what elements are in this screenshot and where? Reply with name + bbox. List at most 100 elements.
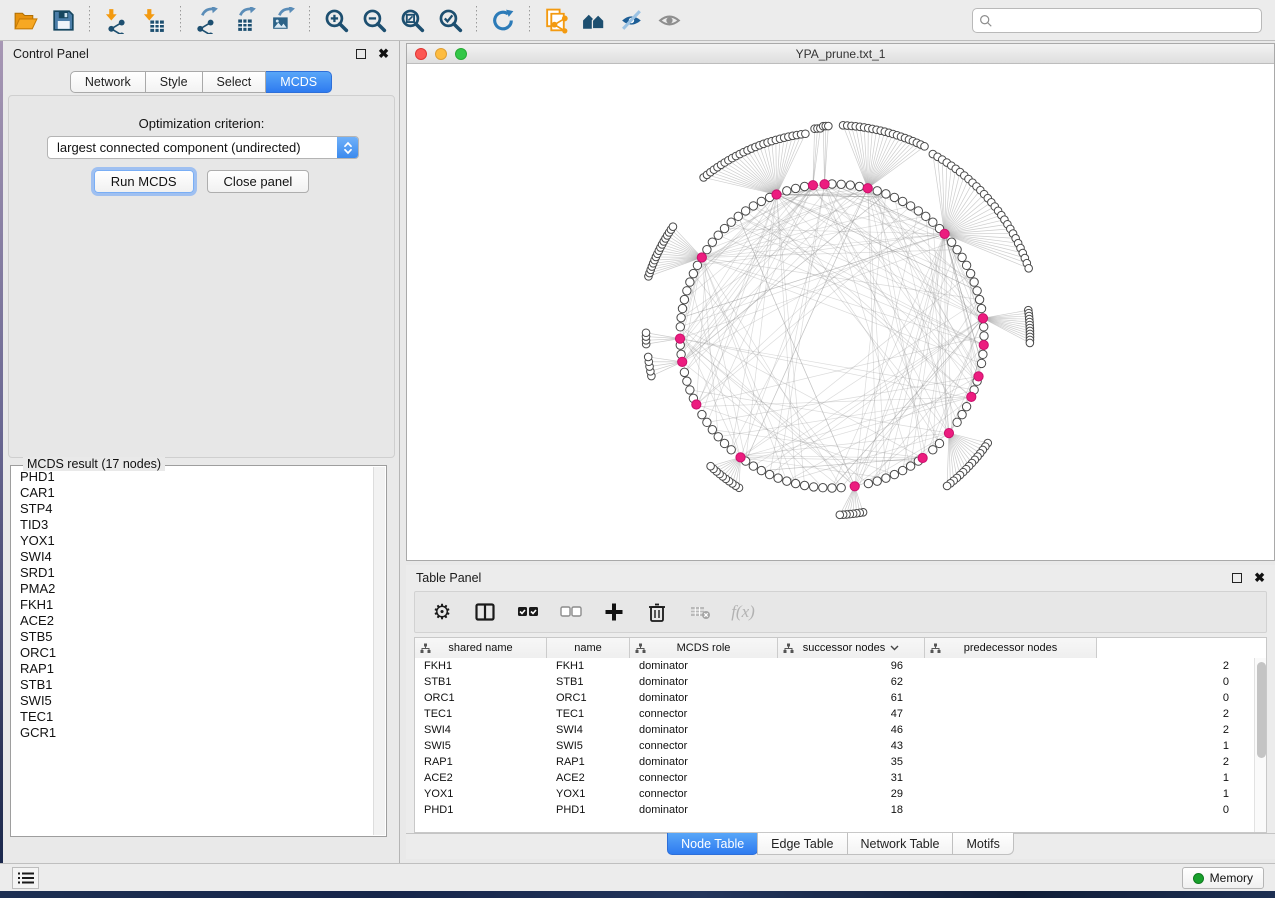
- network-node[interactable]: [855, 182, 863, 190]
- network-leaf-node[interactable]: [943, 482, 951, 490]
- network-node[interactable]: [882, 190, 890, 198]
- network-node[interactable]: [975, 295, 983, 303]
- mcds-result-item[interactable]: TEC1: [14, 709, 372, 725]
- network-node[interactable]: [677, 313, 685, 321]
- network-node[interactable]: [914, 207, 922, 215]
- table-vertical-scrollbar[interactable]: [1254, 658, 1266, 832]
- open-button[interactable]: [6, 3, 44, 37]
- network-node[interactable]: [678, 304, 686, 312]
- network-node[interactable]: [686, 278, 694, 286]
- table-row-ACE2[interactable]: ACE2ACE2connector311: [415, 770, 1254, 786]
- tab-mcds[interactable]: MCDS: [266, 71, 332, 93]
- network-node[interactable]: [906, 462, 914, 470]
- network-node[interactable]: [837, 180, 845, 188]
- network-node[interactable]: [727, 446, 735, 454]
- network-node[interactable]: [741, 207, 749, 215]
- mcds-result-item[interactable]: STP4: [14, 501, 372, 517]
- mcds-result-item[interactable]: TID3: [14, 517, 372, 533]
- mcds-hub-node[interactable]: [772, 190, 781, 199]
- network-node[interactable]: [683, 287, 691, 295]
- mcds-hub-node[interactable]: [697, 253, 706, 262]
- network-leaf-node[interactable]: [669, 223, 677, 231]
- network-node[interactable]: [703, 245, 711, 253]
- network-node[interactable]: [977, 304, 985, 312]
- mcds-hub-node[interactable]: [974, 372, 983, 381]
- network-node[interactable]: [689, 269, 697, 277]
- network-node[interactable]: [929, 218, 937, 226]
- network-node[interactable]: [720, 439, 728, 447]
- network-node[interactable]: [791, 479, 799, 487]
- memory-button[interactable]: Memory: [1182, 867, 1264, 889]
- import-network-button[interactable]: [97, 3, 135, 37]
- tab-node-table[interactable]: Node Table: [667, 833, 758, 855]
- network-node[interactable]: [958, 253, 966, 261]
- export-table-button[interactable]: [226, 3, 264, 37]
- table-row-RAP1[interactable]: RAP1RAP1dominator352: [415, 754, 1254, 770]
- network-node[interactable]: [765, 470, 773, 478]
- zoom-fit-button[interactable]: [393, 3, 431, 37]
- share-document-button[interactable]: [537, 3, 575, 37]
- network-node[interactable]: [958, 410, 966, 418]
- network-node[interactable]: [749, 462, 757, 470]
- mcds-hub-node[interactable]: [850, 482, 859, 491]
- network-node[interactable]: [846, 181, 854, 189]
- network-node[interactable]: [720, 224, 728, 232]
- network-node[interactable]: [783, 187, 791, 195]
- criterion-select[interactable]: largest connected component (undirected): [47, 136, 359, 159]
- network-node[interactable]: [864, 479, 872, 487]
- show-columns-button[interactable]: [472, 599, 498, 625]
- mcds-result-item[interactable]: STB5: [14, 629, 372, 645]
- zoom-window-button[interactable]: [455, 48, 467, 60]
- network-leaf-node[interactable]: [836, 511, 844, 519]
- tab-style[interactable]: Style: [146, 71, 203, 93]
- network-node[interactable]: [837, 484, 845, 492]
- table-row-TEC1[interactable]: TEC1TEC1connector472: [415, 706, 1254, 722]
- add-row-button[interactable]: [601, 599, 627, 625]
- network-node[interactable]: [708, 426, 716, 434]
- export-network-button[interactable]: [188, 3, 226, 37]
- network-overview-button[interactable]: [575, 3, 613, 37]
- mcds-hub-node[interactable]: [967, 392, 976, 401]
- tab-motifs[interactable]: Motifs: [952, 833, 1013, 855]
- delete-row-button[interactable]: [644, 599, 670, 625]
- mcds-result-item[interactable]: RAP1: [14, 661, 372, 677]
- network-leaf-node[interactable]: [1025, 264, 1033, 272]
- network-node[interactable]: [929, 446, 937, 454]
- network-node[interactable]: [680, 295, 688, 303]
- mcds-hub-node[interactable]: [692, 400, 701, 409]
- close-panel-button[interactable]: Close panel: [207, 170, 310, 193]
- network-node[interactable]: [727, 218, 735, 226]
- mcds-result-item[interactable]: SWI5: [14, 693, 372, 709]
- network-leaf-node[interactable]: [802, 130, 810, 138]
- mcds-hub-node[interactable]: [978, 314, 987, 323]
- network-node[interactable]: [873, 187, 881, 195]
- network-node[interactable]: [898, 466, 906, 474]
- network-node[interactable]: [680, 368, 688, 376]
- network-node[interactable]: [757, 466, 765, 474]
- show-graphics-details-button[interactable]: [651, 3, 689, 37]
- save-button[interactable]: [44, 3, 82, 37]
- network-node[interactable]: [898, 197, 906, 205]
- mcds-result-item[interactable]: ORC1: [14, 645, 372, 661]
- network-node[interactable]: [676, 323, 684, 331]
- task-history-button[interactable]: [12, 867, 39, 889]
- column-header-shared-name[interactable]: shared name: [415, 638, 547, 658]
- network-node[interactable]: [693, 261, 701, 269]
- table-settings-button[interactable]: ⚙: [429, 599, 455, 625]
- close-window-button[interactable]: [415, 48, 427, 60]
- mcds-result-item[interactable]: SWI4: [14, 549, 372, 565]
- network-node[interactable]: [800, 481, 808, 489]
- table-row-YOX1[interactable]: YOX1YOX1connector291: [415, 786, 1254, 802]
- table-row-SWI5[interactable]: SWI5SWI5connector431: [415, 738, 1254, 754]
- network-node[interactable]: [935, 439, 943, 447]
- network-canvas[interactable]: [407, 64, 1274, 560]
- network-node[interactable]: [962, 402, 970, 410]
- network-leaf-node[interactable]: [1026, 339, 1034, 347]
- network-node[interactable]: [828, 484, 836, 492]
- network-node[interactable]: [749, 202, 757, 210]
- network-node[interactable]: [979, 350, 987, 358]
- unselect-all-button[interactable]: [558, 599, 584, 625]
- search-input[interactable]: [998, 14, 1255, 28]
- table-row-ORC1[interactable]: ORC1ORC1dominator610: [415, 690, 1254, 706]
- mcds-hub-node[interactable]: [678, 357, 687, 366]
